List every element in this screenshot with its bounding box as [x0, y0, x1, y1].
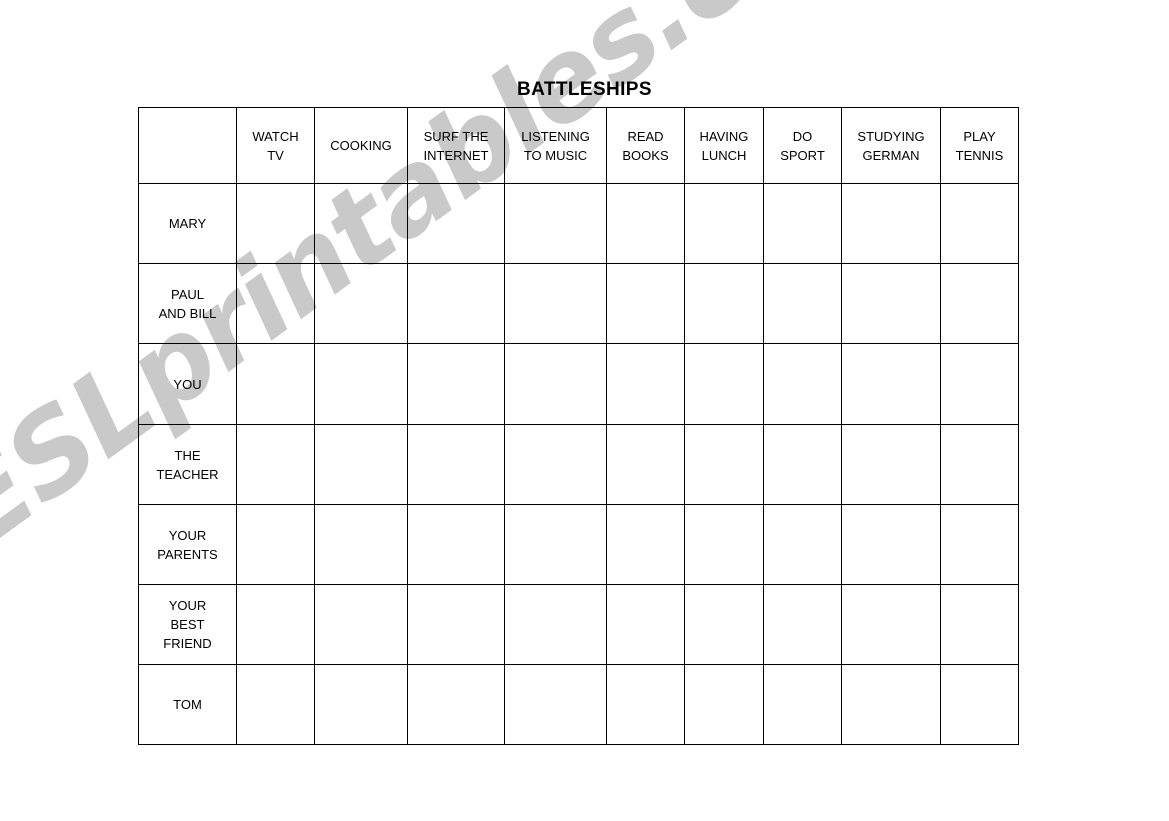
grid-cell[interactable]	[606, 584, 685, 665]
grid-cell[interactable]	[841, 424, 941, 505]
column-header-surf-the-internet: SURF THE INTERNET	[407, 107, 505, 184]
grid-cell[interactable]	[940, 263, 1019, 344]
table-row: YOU	[138, 343, 1019, 425]
grid-cell[interactable]	[940, 504, 1019, 585]
grid-cell[interactable]	[841, 584, 941, 665]
grid-cell[interactable]	[314, 504, 408, 585]
grid-cell[interactable]	[236, 424, 315, 505]
grid-cell[interactable]	[606, 183, 685, 264]
grid-cell[interactable]	[314, 664, 408, 745]
grid-cell[interactable]	[684, 183, 764, 264]
column-header-studying-german: STUDYING GERMAN	[841, 107, 941, 184]
column-header-having-lunch: HAVING LUNCH	[684, 107, 764, 184]
grid-cell[interactable]	[841, 343, 941, 425]
column-header-watch-tv: WATCH TV	[236, 107, 315, 184]
grid-cell[interactable]	[407, 343, 505, 425]
grid-cell[interactable]	[940, 664, 1019, 745]
grid-cell[interactable]	[407, 504, 505, 585]
column-header-listening-to-music: LISTENING TO MUSIC	[504, 107, 607, 184]
grid-cell[interactable]	[940, 183, 1019, 264]
grid-cell[interactable]	[684, 343, 764, 425]
page-title: BATTLESHIPS	[517, 79, 652, 100]
grid-cell[interactable]	[236, 183, 315, 264]
grid-cell[interactable]	[314, 424, 408, 505]
grid-cell[interactable]	[314, 183, 408, 264]
grid-cell[interactable]	[236, 584, 315, 665]
grid-cell[interactable]	[763, 263, 842, 344]
grid-cell[interactable]	[763, 424, 842, 505]
grid-cell[interactable]	[940, 343, 1019, 425]
grid-cell[interactable]	[504, 664, 607, 745]
table-row: YOUR PARENTS	[138, 504, 1019, 585]
grid-cell[interactable]	[236, 263, 315, 344]
grid-cell[interactable]	[841, 664, 941, 745]
battleships-grid: WATCH TV COOKING SURF THE INTERNET LISTENI…	[138, 107, 1019, 745]
row-header-the-teacher: THE TEACHER	[138, 424, 237, 505]
grid-cell[interactable]	[504, 584, 607, 665]
grid-cell[interactable]	[606, 504, 685, 585]
grid-cell[interactable]	[236, 664, 315, 745]
grid-cell[interactable]	[504, 504, 607, 585]
row-header-tom: TOM	[138, 664, 237, 745]
grid-cell[interactable]	[236, 343, 315, 425]
grid-cell[interactable]	[314, 263, 408, 344]
grid-cell[interactable]	[841, 263, 941, 344]
grid-cell[interactable]	[504, 343, 607, 425]
grid-cell[interactable]	[940, 424, 1019, 505]
grid-cell[interactable]	[606, 424, 685, 505]
grid-cell[interactable]	[684, 584, 764, 665]
table-row: PAUL AND BILL	[138, 263, 1019, 344]
table-row: THE TEACHER	[138, 424, 1019, 505]
grid-cell[interactable]	[841, 504, 941, 585]
row-header-your-best-friend: YOUR BEST FRIEND	[138, 584, 237, 665]
table-row: MARY	[138, 183, 1019, 264]
grid-cell[interactable]	[407, 424, 505, 505]
grid-cell[interactable]	[407, 183, 505, 264]
grid-cell[interactable]	[407, 263, 505, 344]
grid-cell[interactable]	[606, 343, 685, 425]
grid-cell[interactable]	[407, 584, 505, 665]
table-row: TOM	[138, 664, 1019, 745]
grid-cell[interactable]	[504, 183, 607, 264]
row-header-your-parents: YOUR PARENTS	[138, 504, 237, 585]
grid-cell[interactable]	[763, 584, 842, 665]
grid-cell[interactable]	[314, 343, 408, 425]
grid-cell[interactable]	[940, 584, 1019, 665]
column-header-read-books: READ BOOKS	[606, 107, 685, 184]
corner-header-cell	[138, 107, 237, 184]
grid-cell[interactable]	[236, 504, 315, 585]
grid-cell[interactable]	[684, 424, 764, 505]
grid-cell[interactable]	[684, 504, 764, 585]
grid-cell[interactable]	[504, 424, 607, 505]
grid-cell[interactable]	[841, 183, 941, 264]
column-header-do-sport: DO SPORT	[763, 107, 842, 184]
row-header-you: YOU	[138, 343, 237, 425]
grid-cell[interactable]	[606, 263, 685, 344]
grid-cell[interactable]	[763, 343, 842, 425]
grid-cell[interactable]	[314, 584, 408, 665]
table-row: YOUR BEST FRIEND	[138, 584, 1019, 665]
grid-cell[interactable]	[504, 263, 607, 344]
grid-cell[interactable]	[407, 664, 505, 745]
grid-cell[interactable]	[684, 664, 764, 745]
row-header-paul-and-bill: PAUL AND BILL	[138, 263, 237, 344]
row-header-mary: MARY	[138, 183, 237, 264]
grid-cell[interactable]	[763, 183, 842, 264]
grid-cell[interactable]	[684, 263, 764, 344]
grid-cell[interactable]	[606, 664, 685, 745]
table-header-row: WATCH TV COOKING SURF THE INTERNET LISTENI…	[138, 107, 1019, 184]
column-header-cooking: COOKING	[314, 107, 408, 184]
grid-cell[interactable]	[763, 664, 842, 745]
worksheet-page: BATTLESHIPS WATCH TV COOKING SURF THE INTE…	[0, 0, 1169, 821]
grid-cell[interactable]	[763, 504, 842, 585]
column-header-play-tennis: PLAY TENNIS	[940, 107, 1019, 184]
